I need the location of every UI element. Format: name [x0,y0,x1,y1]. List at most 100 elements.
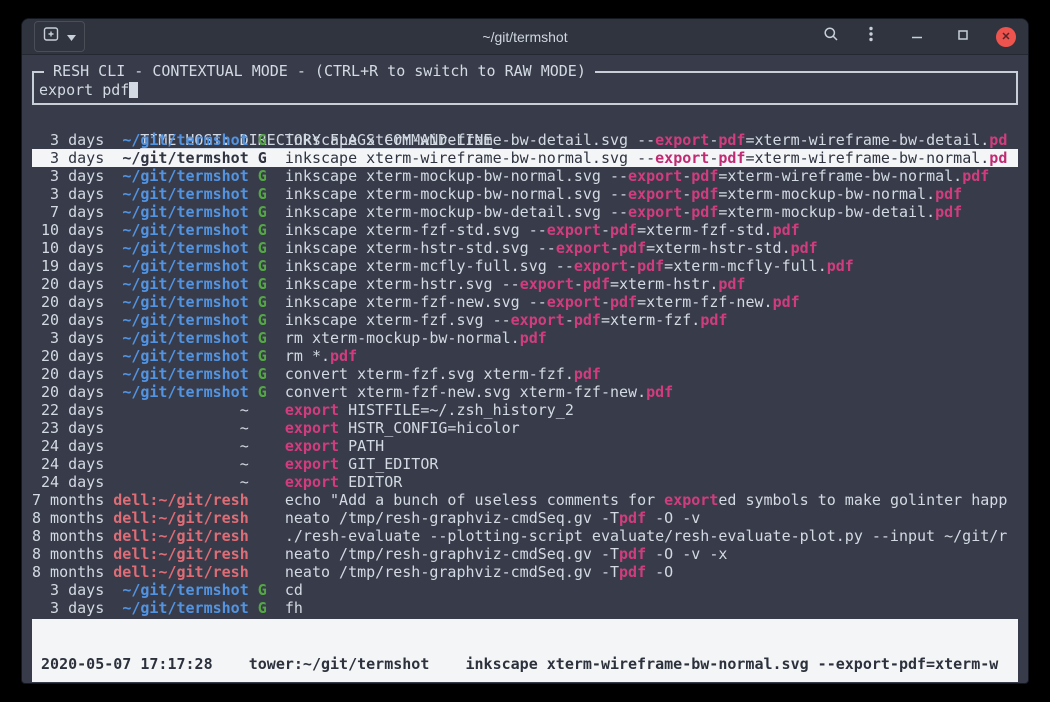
row-gap [113,473,239,491]
row-flags [258,455,267,473]
row-gap [104,491,113,509]
row-time: 8 months [32,563,104,581]
command-match: export [285,401,339,419]
row-location: dell:~/git/resh [113,527,248,545]
close-icon: ✕ [1001,30,1010,43]
row-gap [249,473,258,491]
command-match: pdf [827,257,854,275]
command-text: inkscape xterm-hstr.svg -- [285,275,520,293]
menu-button[interactable] [858,24,884,50]
command-match: pdf [619,545,646,563]
row-gap [104,437,113,455]
history-row[interactable]: 20 days ~/git/termshot G inkscape xterm-… [32,275,1018,293]
row-gap [267,401,285,419]
history-row[interactable]: 3 days ~/git/termshot G inkscape xterm-m… [32,167,1018,185]
command-text: echo "Add a bunch of useless comments fo… [285,491,664,509]
history-row[interactable]: 3 days ~/git/termshot G fh [32,599,1018,617]
row-gap [104,509,113,527]
history-row[interactable]: 3 days ~/git/termshot G rm xterm-mockup-… [32,329,1018,347]
restore-button[interactable] [950,24,976,50]
command-text: =xterm-hstr-std. [646,239,791,257]
command-text: GIT_EDITOR [339,455,438,473]
command-text: inkscape xterm-mcfly-full.svg -- [285,257,574,275]
minimize-button[interactable] [904,24,930,50]
row-gap [249,185,258,203]
history-row[interactable]: 7 months dell:~/git/resh echo "Add a bun… [32,491,1018,509]
titlebar[interactable]: ~/git/termshot [22,19,1028,55]
row-flags [258,545,267,563]
command-match: export [511,311,565,329]
command-text: convert xterm-fzf.svg xterm-fzf. [285,365,574,383]
row-gap [113,347,122,365]
command-match: pdf [935,203,962,221]
row-time: 24 days [32,455,104,473]
history-row[interactable]: 8 months dell:~/git/resh neato /tmp/resh… [32,545,1018,563]
history-row[interactable]: 22 days ~ export HISTFILE=~/.zsh_history… [32,401,1018,419]
history-row[interactable]: 10 days ~/git/termshot G inkscape xterm-… [32,239,1018,257]
row-location: ~/git/termshot [122,257,248,275]
history-row[interactable]: 19 days ~/git/termshot G inkscape xterm-… [32,257,1018,275]
command-match: pdf [637,257,664,275]
command-text: - [574,275,583,293]
history-row[interactable]: 8 months dell:~/git/resh neato /tmp/resh… [32,509,1018,527]
history-row[interactable]: 7 days ~/git/termshot G inkscape xterm-m… [32,203,1018,221]
row-gap [249,527,258,545]
history-row[interactable]: 23 days ~ export HSTR_CONFIG=hicolor [32,419,1018,437]
search-button[interactable] [818,24,844,50]
row-flags [258,473,267,491]
command-match: pdf [520,329,547,347]
history-row[interactable]: 20 days ~/git/termshot G inkscape xterm-… [32,311,1018,329]
row-time: 24 days [32,437,104,455]
command-match: pdf [619,509,646,527]
row-gap [104,149,113,167]
row-gap [104,275,113,293]
history-row[interactable]: 20 days ~/git/termshot G inkscape xterm-… [32,293,1018,311]
history-row[interactable]: 20 days ~/git/termshot G convert xterm-f… [32,383,1018,401]
row-gap [104,473,113,491]
history-row[interactable]: 10 days ~/git/termshot G inkscape xterm-… [32,221,1018,239]
row-gap [113,221,122,239]
row-gap [113,149,122,167]
close-button[interactable]: ✕ [996,27,1016,47]
row-gap [113,401,239,419]
command-text: ./resh-evaluate --plotting-script evalua… [285,527,1007,545]
command-match: export [285,437,339,455]
history-row[interactable]: 20 days ~/git/termshot G rm *.pdf [32,347,1018,365]
row-gap [104,239,113,257]
row-location: ~/git/termshot [122,239,248,257]
history-row[interactable]: 8 months dell:~/git/resh neato /tmp/resh… [32,563,1018,581]
row-flags: G [258,185,267,203]
command-match: export [628,167,682,185]
new-tab-button[interactable] [34,21,85,52]
command-match: pdf [574,365,601,383]
command-match: pd [989,149,1007,167]
history-row[interactable]: 3 days ~/git/termshot G inkscape xterm-w… [32,131,1018,149]
row-time: 20 days [32,365,104,383]
history-row[interactable]: 3 days ~/git/termshot G inkscape xterm-m… [32,185,1018,203]
search-query-line[interactable]: export pdf [39,81,1011,99]
row-location: ~ [240,419,249,437]
command-text: EDITOR [339,473,402,491]
resh-search-box[interactable]: RESH CLI - CONTEXTUAL MODE - (CTRL+R to … [32,71,1018,105]
row-location: ~/git/termshot [122,275,248,293]
row-gap [113,419,239,437]
row-location: ~/git/termshot [122,311,248,329]
row-gap [267,563,285,581]
row-flags [258,563,267,581]
history-row[interactable]: 8 months dell:~/git/resh ./resh-evaluate… [32,527,1018,545]
command-text: =xterm-mockup-bw-detail. [718,203,935,221]
history-row[interactable]: 20 days ~/git/termshot G convert xterm-f… [32,365,1018,383]
command-text: =xterm-mockup-bw-normal. [718,185,935,203]
row-gap [104,401,113,419]
history-row[interactable]: 3 days ~/git/termshot G cd [32,581,1018,599]
history-row-selected[interactable]: 3 days ~/git/termshot G inkscape xterm-w… [32,149,1018,167]
history-row[interactable]: 24 days ~ export GIT_EDITOR [32,455,1018,473]
command-text: -O [646,563,673,581]
history-row[interactable]: 24 days ~ export EDITOR [32,473,1018,491]
history-row[interactable]: 24 days ~ export PATH [32,437,1018,455]
row-time: 3 days [32,149,104,167]
kebab-menu-icon [869,26,873,47]
row-flags [258,401,267,419]
row-gap [267,203,285,221]
row-flags [258,419,267,437]
